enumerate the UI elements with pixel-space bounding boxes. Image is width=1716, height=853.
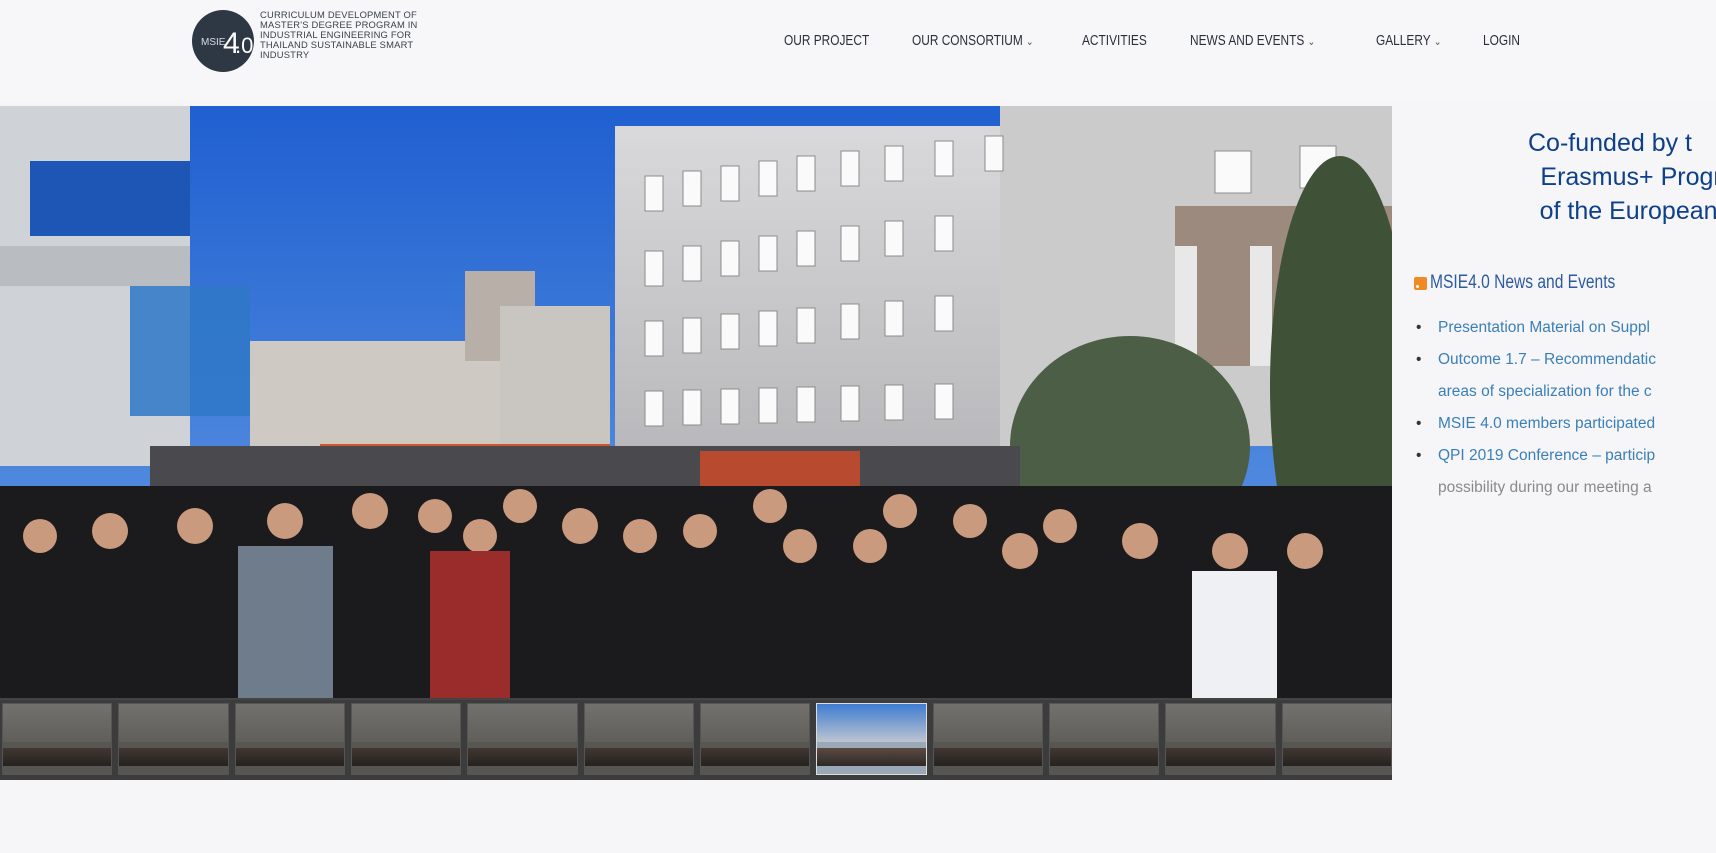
chevron-down-icon: ⌄ (1433, 36, 1442, 48)
logo-mark: MSIE 4 .0 (192, 10, 254, 72)
news-widget-title[interactable]: MSIE4.0 News and Events (1414, 272, 1656, 294)
nav-label: OUR PROJECT (784, 33, 870, 49)
gallery-thumbnail[interactable] (1281, 703, 1392, 775)
nav-our-consortium[interactable]: OUR CONSORTIUM ⌄ (912, 33, 1051, 49)
cofunded-line-1: Co-funded by t (1528, 129, 1692, 157)
news-title-text: MSIE4.0 News and Events (1430, 272, 1616, 293)
nav-news-and-events[interactable]: NEWS AND EVENTS ⌄ (1190, 33, 1343, 49)
group-photo (0, 106, 1392, 698)
nav-activities[interactable]: ACTIVITIES (1082, 33, 1171, 49)
gallery-thumbnail[interactable] (1165, 703, 1276, 775)
main-nav: OUR PROJECT OUR CONSORTIUM ⌄ ACTIVITIES N… (784, 33, 1543, 49)
rss-icon[interactable] (1414, 276, 1427, 290)
gallery-thumbnail[interactable] (1048, 703, 1160, 775)
logo-tagline: CURRICULUM DEVELOPMENT OF MASTER'S DEGRE… (260, 9, 418, 60)
site-header: MSIE 4 .0 CURRICULUM DEVELOPMENT OF MAST… (0, 0, 1716, 100)
gallery-thumbnail[interactable] (699, 703, 811, 775)
nav-label: LOGIN (1483, 33, 1521, 49)
site-logo[interactable]: MSIE 4 .0 CURRICULUM DEVELOPMENT OF MAST… (192, 10, 460, 72)
gallery-thumbnail[interactable] (467, 703, 578, 775)
chevron-down-icon: ⌄ (1026, 36, 1034, 48)
news-item-continued[interactable]: possibility during our meeting a (1416, 472, 1716, 504)
news-item-continued[interactable]: areas of specialization for the c (1416, 376, 1716, 408)
news-item[interactable]: QPI 2019 Conference – particip (1416, 440, 1716, 472)
nav-our-project[interactable]: OUR PROJECT (784, 33, 889, 49)
cofunded-line-2: Erasmus+ Programi (1540, 163, 1716, 191)
nav-label: OUR CONSORTIUM (912, 33, 1023, 49)
svg-text:.0: .0 (235, 33, 253, 58)
news-item[interactable]: MSIE 4.0 members participated (1416, 408, 1716, 440)
photo-gallery-slider[interactable] (0, 106, 1392, 780)
gallery-thumbnail[interactable] (2, 703, 113, 775)
news-list: Presentation Material on Suppl Outcome 1… (1416, 312, 1716, 504)
gallery-thumbnail[interactable] (118, 703, 229, 775)
nav-gallery[interactable]: GALLERY ⌄ (1376, 33, 1464, 49)
sidebar: Co-funded by t Erasmus+ Programi of the … (1412, 120, 1716, 540)
gallery-thumbnail[interactable] (932, 703, 1043, 775)
gallery-thumbnail-active[interactable] (816, 703, 927, 775)
nav-label: GALLERY (1376, 33, 1431, 49)
msie-logo-icon: MSIE 4 .0 (201, 27, 253, 60)
thumbnail-strip (0, 700, 1392, 780)
cofunded-erasmus-banner[interactable]: Co-funded by t Erasmus+ Programi of the … (1442, 126, 1716, 228)
news-item[interactable]: Presentation Material on Suppl (1416, 312, 1716, 344)
gallery-thumbnail[interactable] (583, 703, 694, 775)
chevron-down-icon: ⌄ (1307, 36, 1316, 48)
cofunded-line-3: of the European Uni (1539, 197, 1716, 225)
nav-label: ACTIVITIES (1082, 33, 1147, 49)
gallery-thumbnail[interactable] (234, 703, 345, 775)
gallery-thumbnail[interactable] (350, 703, 462, 775)
nav-login[interactable]: LOGIN (1483, 33, 1532, 49)
nav-label: NEWS AND EVENTS (1190, 33, 1305, 49)
news-item[interactable]: Outcome 1.7 – Recommendatic (1416, 344, 1716, 376)
